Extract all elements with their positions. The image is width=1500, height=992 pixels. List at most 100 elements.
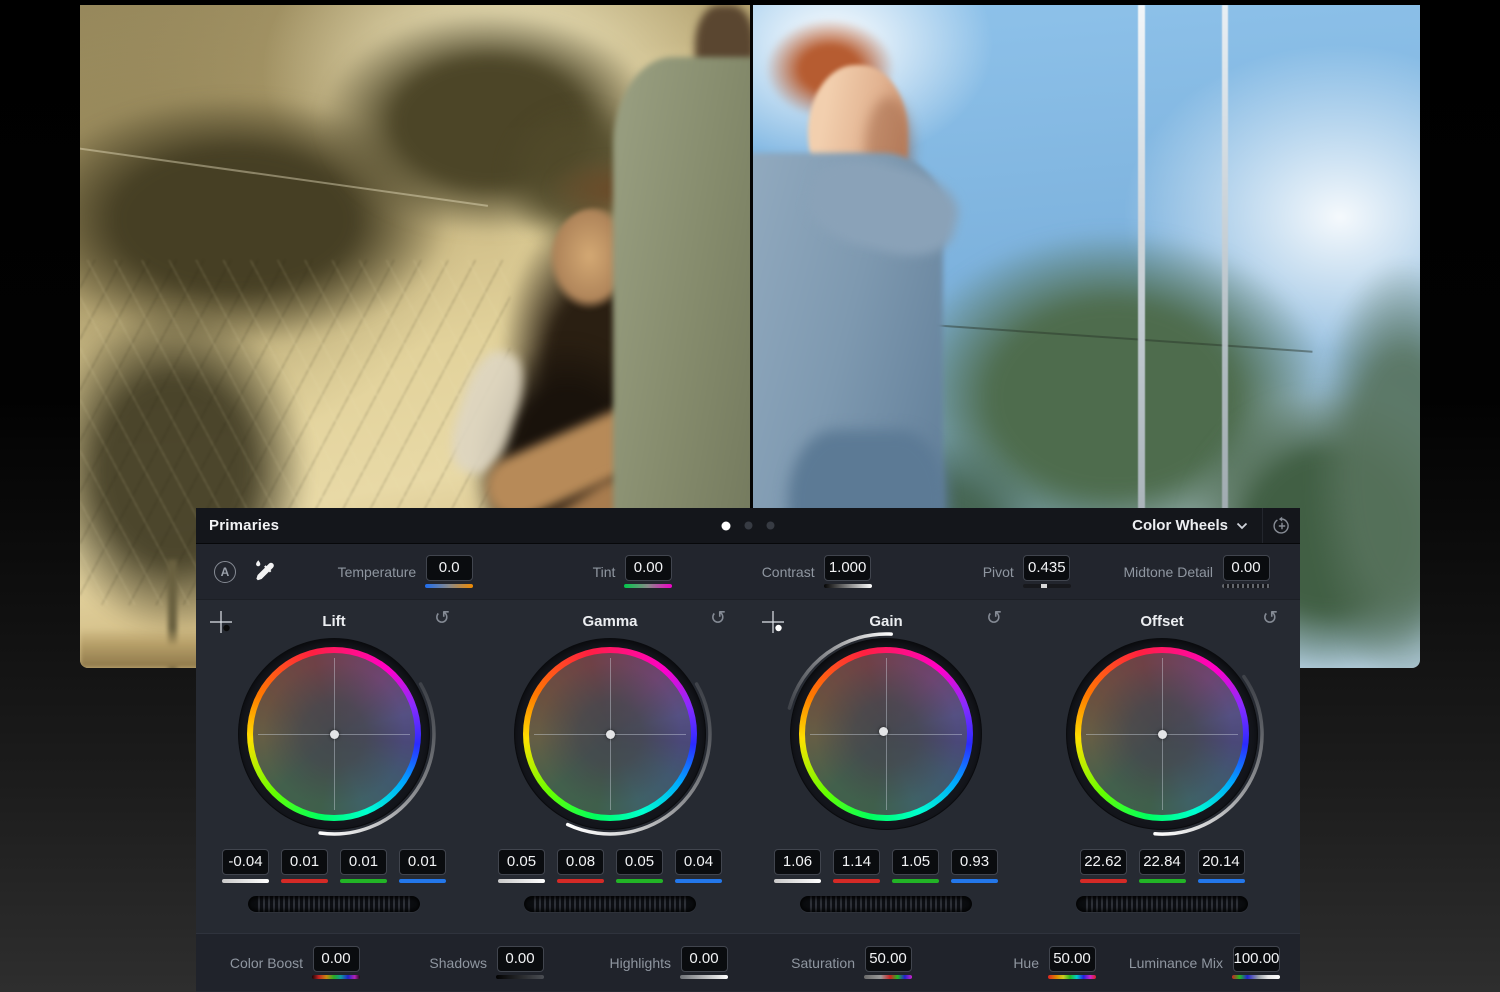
green-underline — [892, 879, 939, 883]
lift-green-value[interactable]: 0.01 — [340, 849, 387, 875]
luma-underline — [222, 879, 269, 883]
pager-dot[interactable] — [745, 522, 753, 530]
saturation-value[interactable]: 50.00 — [865, 946, 912, 972]
color-boost-label: Color Boost — [230, 955, 303, 971]
gain-red-value[interactable]: 1.14 — [833, 849, 880, 875]
red-underline — [833, 879, 880, 883]
lift-label: Lift — [322, 613, 345, 630]
offset-rgb-values: 22.62 22.84 20.14 — [1080, 849, 1245, 883]
offset-label: Offset — [1140, 613, 1183, 630]
blue-underline — [1198, 879, 1245, 883]
pivot-label: Pivot — [983, 564, 1014, 580]
green-underline — [1139, 879, 1186, 883]
midtone-detail-control: Midtone Detail 0.00 — [1101, 555, 1300, 588]
contrast-bar — [824, 584, 872, 588]
reset-all-icon — [1272, 516, 1292, 536]
lift-balance-dot[interactable] — [330, 730, 339, 739]
chevron-down-icon — [1236, 522, 1248, 530]
pager-dot[interactable] — [767, 522, 775, 530]
gamma-reset-icon[interactable]: ↺ — [710, 608, 726, 630]
gain-color-wheel[interactable] — [791, 639, 981, 829]
offset-red-value[interactable]: 22.62 — [1080, 849, 1127, 875]
offset-color-wheel[interactable] — [1067, 639, 1257, 829]
color-boost-bar — [312, 975, 360, 979]
gamma-red-value[interactable]: 0.08 — [557, 849, 604, 875]
gamma-blue-value[interactable]: 0.04 — [675, 849, 722, 875]
tint-value[interactable]: 0.00 — [625, 555, 672, 581]
luminance-mix-value[interactable]: 100.00 — [1233, 946, 1280, 972]
gain-green-value[interactable]: 1.05 — [892, 849, 939, 875]
gamma-color-wheel[interactable] — [515, 639, 705, 829]
gain-color-disc[interactable] — [805, 653, 967, 815]
lift-red-value[interactable]: 0.01 — [281, 849, 328, 875]
pager-dot-active[interactable] — [722, 521, 731, 530]
color-wheels-row: Lift ↺ -0.04 0. — [196, 600, 1300, 933]
shadows-control: Shadows 0.00 — [380, 946, 564, 979]
mode-dropdown[interactable]: Color Wheels — [1118, 517, 1262, 534]
lift-color-wheel[interactable] — [239, 639, 429, 829]
hue-bar — [1048, 975, 1096, 979]
pivot-control: Pivot 0.435 — [902, 555, 1101, 588]
gamma-section: Gamma ↺ 0.05 0. — [472, 600, 748, 933]
saturation-label: Saturation — [791, 955, 855, 971]
gain-label: Gain — [869, 613, 902, 630]
shadows-bar — [496, 975, 544, 979]
pivot-value[interactable]: 0.435 — [1023, 555, 1070, 581]
panel-pager — [722, 521, 775, 530]
global-adjustments-row: A Temperature 0.0 Tint 0.00 Contrast — [196, 544, 1300, 600]
offset-color-disc[interactable] — [1081, 653, 1243, 815]
midtone-detail-label: Midtone Detail — [1124, 564, 1214, 580]
contrast-control: Contrast 1.000 — [702, 555, 901, 588]
gamma-balance-dot[interactable] — [606, 730, 615, 739]
shadows-value[interactable]: 0.00 — [497, 946, 544, 972]
blue-underline — [675, 879, 722, 883]
gamma-label: Gamma — [582, 613, 637, 630]
white-balance-picker-button[interactable] — [252, 560, 276, 584]
primaries-panel: Primaries Color Wheels — [196, 508, 1300, 992]
offset-balance-dot[interactable] — [1158, 730, 1167, 739]
gain-balance-dot[interactable] — [879, 727, 888, 736]
midtone-detail-bar — [1222, 584, 1270, 588]
shadows-label: Shadows — [429, 955, 487, 971]
tint-label: Tint — [593, 564, 616, 580]
gain-luma-value[interactable]: 1.06 — [774, 849, 821, 875]
hue-value[interactable]: 50.00 — [1049, 946, 1096, 972]
gain-reset-icon[interactable]: ↺ — [986, 608, 1002, 630]
color-boost-control: Color Boost 0.00 — [196, 946, 380, 979]
red-underline — [1080, 879, 1127, 883]
highlights-bar — [680, 975, 728, 979]
lift-color-disc[interactable] — [253, 653, 415, 815]
offset-reset-icon[interactable]: ↺ — [1262, 608, 1278, 630]
gamma-color-disc[interactable] — [529, 653, 691, 815]
gain-master-scrub-wheel[interactable] — [800, 896, 972, 912]
temperature-value[interactable]: 0.0 — [426, 555, 473, 581]
tint-control: Tint 0.00 — [503, 555, 702, 588]
color-boost-value[interactable]: 0.00 — [313, 946, 360, 972]
reset-all-button[interactable] — [1263, 508, 1300, 543]
auto-balance-button[interactable]: A — [214, 561, 236, 583]
highlights-value[interactable]: 0.00 — [681, 946, 728, 972]
hue-control: Hue 50.00 — [932, 946, 1116, 979]
offset-blue-value[interactable]: 20.14 — [1198, 849, 1245, 875]
lift-rgb-values: -0.04 0.01 0.01 0.01 — [222, 849, 446, 883]
luminance-mix-bar — [1232, 975, 1280, 979]
gamma-luma-value[interactable]: 0.05 — [498, 849, 545, 875]
panel-title: Primaries — [196, 517, 279, 534]
offset-green-value[interactable]: 22.84 — [1139, 849, 1186, 875]
contrast-value[interactable]: 1.000 — [824, 555, 871, 581]
offset-master-scrub-wheel[interactable] — [1076, 896, 1248, 912]
lift-blue-value[interactable]: 0.01 — [399, 849, 446, 875]
green-underline — [616, 879, 663, 883]
midtone-detail-value[interactable]: 0.00 — [1223, 555, 1270, 581]
lift-master-scrub-wheel[interactable] — [248, 896, 420, 912]
lift-reset-icon[interactable]: ↺ — [434, 608, 450, 630]
lift-luma-value[interactable]: -0.04 — [222, 849, 269, 875]
red-underline — [281, 879, 328, 883]
gain-blue-value[interactable]: 0.93 — [951, 849, 998, 875]
grading-tools: A — [208, 560, 304, 584]
gain-rgb-values: 1.06 1.14 1.05 0.93 — [774, 849, 998, 883]
blue-underline — [399, 879, 446, 883]
gamma-master-scrub-wheel[interactable] — [524, 896, 696, 912]
gamma-green-value[interactable]: 0.05 — [616, 849, 663, 875]
tint-bar — [624, 584, 672, 588]
